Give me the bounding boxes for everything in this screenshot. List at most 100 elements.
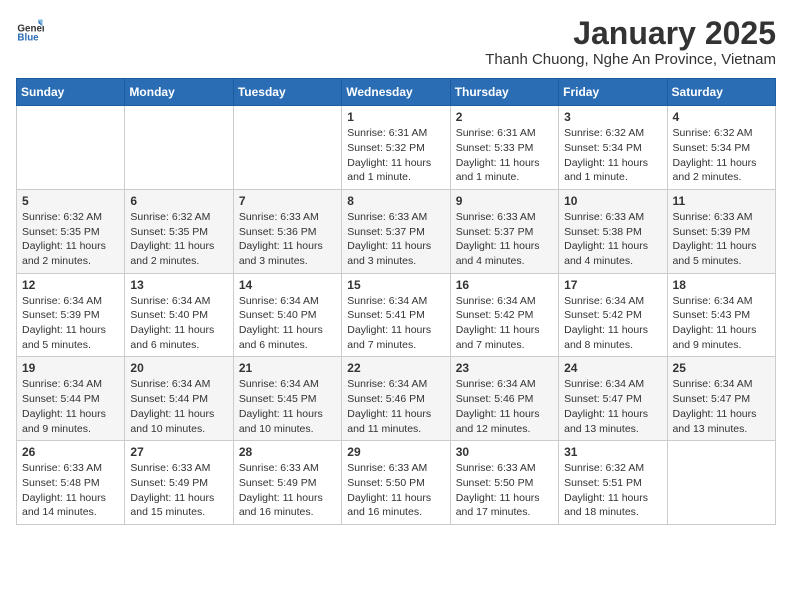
day-cell — [233, 106, 341, 190]
day-cell: 8 Sunrise: 6:33 AM Sunset: 5:37 PM Daylig… — [342, 189, 450, 273]
day-cell: 20 Sunrise: 6:34 AM Sunset: 5:44 PM Dayli… — [125, 357, 233, 441]
day-cell — [17, 106, 125, 190]
day-number: 30 — [456, 445, 553, 459]
week-row-3: 12Sunrise: 6:34 AM Sunset: 5:39 PM Dayli… — [17, 273, 776, 357]
day-info: Sunrise: 6:33 AM Sunset: 5:48 PM Dayligh… — [22, 461, 119, 520]
day-cell — [667, 441, 775, 525]
day-cell: 28 Sunrise: 6:33 AM Sunset: 5:49 PM Dayli… — [233, 441, 341, 525]
day-cell: 10 Sunrise: 6:33 AM Sunset: 5:38 PM Dayli… — [559, 189, 667, 273]
day-number: 18 — [673, 278, 770, 292]
week-row-5: 26 Sunrise: 6:33 AM Sunset: 5:48 PM Dayli… — [17, 441, 776, 525]
day-info: Sunrise: 6:32 AM Sunset: 5:51 PM Dayligh… — [564, 461, 661, 520]
day-cell: 26 Sunrise: 6:33 AM Sunset: 5:48 PM Dayli… — [17, 441, 125, 525]
day-cell: 18Sunrise: 6:34 AM Sunset: 5:43 PM Dayli… — [667, 273, 775, 357]
day-info: Sunrise: 6:34 AM Sunset: 5:46 PM Dayligh… — [347, 377, 444, 436]
day-info: Sunrise: 6:34 AM Sunset: 5:40 PM Dayligh… — [130, 294, 227, 353]
week-row-4: 19 Sunrise: 6:34 AM Sunset: 5:44 PM Dayli… — [17, 357, 776, 441]
week-row-2: 5 Sunrise: 6:32 AM Sunset: 5:35 PM Daylig… — [17, 189, 776, 273]
calendar-subtitle: Thanh Chuong, Nghe An Province, Vietnam — [485, 51, 776, 68]
weekday-header-thursday: Thursday — [450, 79, 558, 106]
day-number: 23 — [456, 361, 553, 375]
day-info: Sunrise: 6:34 AM Sunset: 5:42 PM Dayligh… — [564, 294, 661, 353]
day-info: Sunrise: 6:33 AM Sunset: 5:50 PM Dayligh… — [347, 461, 444, 520]
day-cell: 30 Sunrise: 6:33 AM Sunset: 5:50 PM Dayli… — [450, 441, 558, 525]
day-info: Sunrise: 6:33 AM Sunset: 5:39 PM Dayligh… — [673, 210, 770, 269]
day-cell: 25Sunrise: 6:34 AM Sunset: 5:47 PM Dayli… — [667, 357, 775, 441]
day-cell: 22 Sunrise: 6:34 AM Sunset: 5:46 PM Dayli… — [342, 357, 450, 441]
weekday-header-saturday: Saturday — [667, 79, 775, 106]
day-cell — [125, 106, 233, 190]
weekday-header-row: SundayMondayTuesdayWednesdayThursdayFrid… — [17, 79, 776, 106]
day-cell: 2 Sunrise: 6:31 AM Sunset: 5:33 PM Daylig… — [450, 106, 558, 190]
day-info: Sunrise: 6:32 AM Sunset: 5:34 PM Dayligh… — [564, 126, 661, 185]
calendar-title: January 2025 — [485, 16, 776, 51]
day-cell: 17 Sunrise: 6:34 AM Sunset: 5:42 PM Dayli… — [559, 273, 667, 357]
day-cell: 9 Sunrise: 6:33 AM Sunset: 5:37 PM Daylig… — [450, 189, 558, 273]
day-number: 9 — [456, 194, 553, 208]
day-cell: 15 Sunrise: 6:34 AM Sunset: 5:41 PM Dayli… — [342, 273, 450, 357]
day-number: 17 — [564, 278, 661, 292]
day-number: 28 — [239, 445, 336, 459]
day-cell: 1Sunrise: 6:31 AM Sunset: 5:32 PM Daylig… — [342, 106, 450, 190]
day-cell: 24 Sunrise: 6:34 AM Sunset: 5:47 PM Dayli… — [559, 357, 667, 441]
day-number: 25 — [673, 361, 770, 375]
day-cell: 14 Sunrise: 6:34 AM Sunset: 5:40 PM Dayli… — [233, 273, 341, 357]
day-info: Sunrise: 6:32 AM Sunset: 5:35 PM Dayligh… — [130, 210, 227, 269]
day-number: 11 — [673, 194, 770, 208]
day-cell: 29 Sunrise: 6:33 AM Sunset: 5:50 PM Dayli… — [342, 441, 450, 525]
day-number: 20 — [130, 361, 227, 375]
day-cell: 31 Sunrise: 6:32 AM Sunset: 5:51 PM Dayli… — [559, 441, 667, 525]
day-info: Sunrise: 6:33 AM Sunset: 5:37 PM Dayligh… — [456, 210, 553, 269]
page-header: General Blue January 2025 Thanh Chuong, … — [16, 16, 776, 68]
weekday-header-friday: Friday — [559, 79, 667, 106]
weekday-header-monday: Monday — [125, 79, 233, 106]
day-number: 22 — [347, 361, 444, 375]
day-info: Sunrise: 6:34 AM Sunset: 5:39 PM Dayligh… — [22, 294, 119, 353]
day-info: Sunrise: 6:33 AM Sunset: 5:50 PM Dayligh… — [456, 461, 553, 520]
day-cell: 3 Sunrise: 6:32 AM Sunset: 5:34 PM Daylig… — [559, 106, 667, 190]
day-number: 26 — [22, 445, 119, 459]
day-cell: 7Sunrise: 6:33 AM Sunset: 5:36 PM Daylig… — [233, 189, 341, 273]
day-cell: 13Sunrise: 6:34 AM Sunset: 5:40 PM Dayli… — [125, 273, 233, 357]
day-number: 31 — [564, 445, 661, 459]
day-cell: 5Sunrise: 6:32 AM Sunset: 5:35 PM Daylig… — [17, 189, 125, 273]
logo: General Blue — [16, 16, 44, 44]
day-info: Sunrise: 6:34 AM Sunset: 5:44 PM Dayligh… — [130, 377, 227, 436]
day-number: 15 — [347, 278, 444, 292]
day-cell: 16Sunrise: 6:34 AM Sunset: 5:42 PM Dayli… — [450, 273, 558, 357]
day-number: 21 — [239, 361, 336, 375]
day-number: 5 — [22, 194, 119, 208]
day-info: Sunrise: 6:33 AM Sunset: 5:38 PM Dayligh… — [564, 210, 661, 269]
day-number: 8 — [347, 194, 444, 208]
day-info: Sunrise: 6:32 AM Sunset: 5:34 PM Dayligh… — [673, 126, 770, 185]
day-cell: 27 Sunrise: 6:33 AM Sunset: 5:49 PM Dayli… — [125, 441, 233, 525]
day-cell: 12Sunrise: 6:34 AM Sunset: 5:39 PM Dayli… — [17, 273, 125, 357]
day-info: Sunrise: 6:31 AM Sunset: 5:33 PM Dayligh… — [456, 126, 553, 185]
logo-icon: General Blue — [16, 16, 44, 44]
weekday-header-wednesday: Wednesday — [342, 79, 450, 106]
weekday-header-sunday: Sunday — [17, 79, 125, 106]
day-number: 14 — [239, 278, 336, 292]
day-cell: 4 Sunrise: 6:32 AM Sunset: 5:34 PM Daylig… — [667, 106, 775, 190]
day-number: 10 — [564, 194, 661, 208]
day-info: Sunrise: 6:33 AM Sunset: 5:49 PM Dayligh… — [239, 461, 336, 520]
day-number: 27 — [130, 445, 227, 459]
day-info: Sunrise: 6:34 AM Sunset: 5:46 PM Dayligh… — [456, 377, 553, 436]
day-number: 19 — [22, 361, 119, 375]
day-cell: 23 Sunrise: 6:34 AM Sunset: 5:46 PM Dayli… — [450, 357, 558, 441]
day-info: Sunrise: 6:34 AM Sunset: 5:40 PM Dayligh… — [239, 294, 336, 353]
day-number: 2 — [456, 110, 553, 124]
day-info: Sunrise: 6:31 AM Sunset: 5:32 PM Dayligh… — [347, 126, 444, 185]
day-number: 24 — [564, 361, 661, 375]
calendar-table: SundayMondayTuesdayWednesdayThursdayFrid… — [16, 78, 776, 525]
day-cell: 6Sunrise: 6:32 AM Sunset: 5:35 PM Daylig… — [125, 189, 233, 273]
day-info: Sunrise: 6:34 AM Sunset: 5:41 PM Dayligh… — [347, 294, 444, 353]
day-info: Sunrise: 6:34 AM Sunset: 5:47 PM Dayligh… — [564, 377, 661, 436]
day-number: 4 — [673, 110, 770, 124]
day-info: Sunrise: 6:34 AM Sunset: 5:45 PM Dayligh… — [239, 377, 336, 436]
day-cell: 21 Sunrise: 6:34 AM Sunset: 5:45 PM Dayli… — [233, 357, 341, 441]
day-info: Sunrise: 6:33 AM Sunset: 5:49 PM Dayligh… — [130, 461, 227, 520]
day-number: 3 — [564, 110, 661, 124]
day-info: Sunrise: 6:33 AM Sunset: 5:37 PM Dayligh… — [347, 210, 444, 269]
day-number: 29 — [347, 445, 444, 459]
